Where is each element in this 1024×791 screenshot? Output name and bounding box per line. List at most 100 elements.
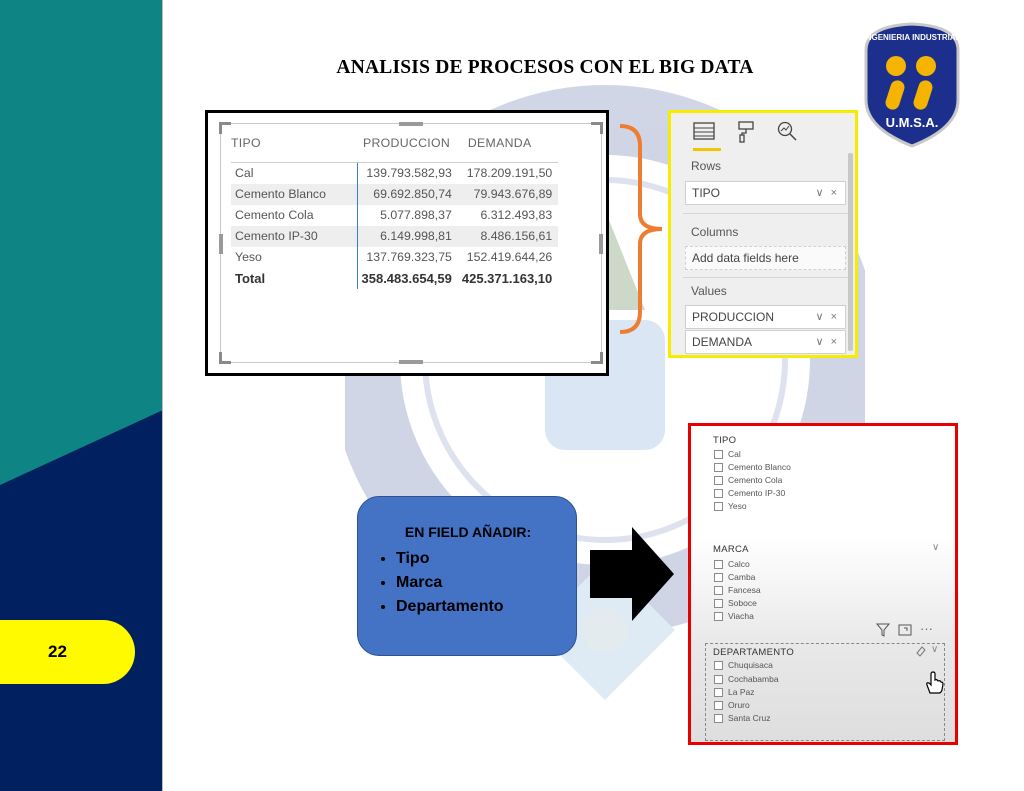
checkbox[interactable]: [714, 713, 723, 723]
matrix-table-visual[interactable]: TIPO PRODUCCION DEMANDA Cal 139.793.582,…: [205, 110, 609, 376]
callout-item: Departamento: [396, 595, 504, 619]
table-row: Cemento IP-30 6.149.998,81 8.486.156,61: [231, 226, 559, 247]
cell-tipo: Cal: [231, 163, 358, 184]
table-row: Yeso 137.769.323,75 152.419.644,26: [231, 247, 558, 268]
checkbox[interactable]: [714, 660, 723, 670]
slicer-item[interactable]: Cemento IP-30: [714, 488, 785, 498]
callout-title: EN FIELD AÑADIR:: [404, 524, 532, 540]
table-icon[interactable]: [693, 121, 715, 141]
checkbox[interactable]: [714, 501, 723, 511]
right-arrow-icon: [590, 527, 674, 621]
checkbox[interactable]: [714, 559, 723, 569]
field-remove-controls[interactable]: ∨ ×: [815, 310, 839, 323]
resize-handle-top[interactable]: [399, 122, 423, 126]
field-remove-controls[interactable]: ∨ ×: [815, 335, 839, 348]
eraser-icon[interactable]: [915, 645, 927, 657]
checkbox[interactable]: [714, 572, 723, 582]
column-header-demanda[interactable]: DEMANDA: [458, 136, 558, 162]
slicer-item[interactable]: Viacha: [714, 611, 754, 621]
values-label: Values: [691, 284, 727, 298]
slicer-item[interactable]: Calco: [714, 559, 750, 569]
checkbox[interactable]: [714, 475, 723, 485]
table-row: Cal 139.793.582,93 178.209.191,50: [231, 163, 558, 184]
rows-field-tipo: TIPO: [692, 186, 721, 200]
slicers-panel: TIPO Cal Cemento Blanco Cemento Cola Cem…: [688, 423, 958, 745]
cell-produccion: 139.793.582,93: [366, 166, 452, 180]
umsa-engineering-logo: INGENIERIA INDUSTRIAL U.M.S.A.: [863, 22, 961, 148]
orange-bracket: [619, 124, 663, 334]
slicer-item[interactable]: Yeso: [714, 501, 747, 511]
cell-tipo: Cemento Cola: [231, 205, 358, 226]
slicer-item[interactable]: Camba: [714, 572, 755, 582]
more-options-icon[interactable]: ···: [920, 622, 933, 637]
focus-mode-icon[interactable]: [898, 623, 912, 637]
checkbox[interactable]: [714, 674, 723, 684]
cell-produccion: 69.692.850,74: [357, 184, 458, 205]
checkbox[interactable]: [714, 687, 723, 697]
table-total-row: Total 358.483.654,59 425.371.163,10: [231, 268, 558, 289]
cell-demanda: 152.419.644,26: [466, 250, 553, 264]
slicer-title-tipo: TIPO: [713, 435, 737, 446]
checkbox[interactable]: [714, 611, 723, 621]
cell-total-produccion: 358.483.654,59: [361, 270, 452, 286]
callout-list: Tipo Marca Departamento: [376, 547, 504, 619]
filter-icon[interactable]: [876, 623, 890, 637]
checkbox[interactable]: [714, 462, 723, 472]
slicer-item[interactable]: Cemento Cola: [714, 475, 782, 485]
column-header-produccion[interactable]: PRODUCCION: [357, 136, 458, 162]
cell-produccion: 6.149.998,81: [357, 226, 458, 247]
checkbox[interactable]: [714, 449, 723, 459]
values-field-label: PRODUCCION: [692, 310, 775, 324]
checkbox[interactable]: [714, 598, 723, 608]
slicer-item[interactable]: Fancesa: [714, 585, 761, 595]
table-row: Cemento Cola 5.077.898,37 6.312.493,83: [231, 205, 558, 226]
logo-caption: U.M.S.A.: [886, 115, 939, 130]
columns-placeholder: Add data fields here: [692, 251, 799, 265]
cell-demanda: 79.943.676,89: [457, 184, 559, 205]
chevron-down-icon[interactable]: ∨: [931, 644, 938, 655]
values-field-demanda[interactable]: DEMANDA ∨ ×: [685, 330, 846, 354]
table-row: Cemento Blanco 69.692.850,74 79.943.676,…: [231, 184, 559, 205]
columns-field-well[interactable]: Add data fields here: [685, 246, 846, 270]
slicer-title-departamento: DEPARTAMENTO: [713, 647, 795, 658]
slicer-item[interactable]: Cemento Blanco: [714, 462, 791, 472]
values-field-produccion[interactable]: PRODUCCION ∨ ×: [685, 305, 846, 329]
slicer-item[interactable]: Santa Cruz: [714, 713, 771, 723]
cell-total-label: Total: [231, 268, 358, 289]
cell-demanda: 178.209.191,50: [466, 166, 553, 180]
columns-label: Columns: [691, 225, 739, 239]
chevron-down-icon[interactable]: ∨: [932, 542, 939, 553]
instruction-callout: EN FIELD AÑADIR: Tipo Marca Departamento: [357, 496, 577, 656]
paint-roller-icon[interactable]: [737, 121, 755, 143]
slicer-item[interactable]: Soboce: [714, 598, 757, 608]
checkbox[interactable]: [714, 700, 723, 710]
slicer-item[interactable]: Chuquisaca: [714, 660, 773, 670]
cell-tipo: Cemento IP-30: [231, 226, 358, 247]
page-number: 22: [0, 620, 135, 684]
checkbox[interactable]: [714, 585, 723, 595]
table-header-row: TIPO PRODUCCION DEMANDA: [231, 136, 558, 162]
callout-item: Marca: [396, 571, 504, 595]
slicer-title-marca: MARCA: [713, 544, 749, 555]
callout-item: Tipo: [396, 547, 504, 571]
cell-total-demanda: 425.371.163,10: [461, 270, 553, 286]
field-remove-controls[interactable]: ∨ ×: [815, 186, 839, 199]
checkbox[interactable]: [714, 488, 723, 498]
slicer-item[interactable]: Oruro: [714, 700, 750, 710]
resize-handle-left[interactable]: [219, 234, 223, 254]
column-header-tipo[interactable]: TIPO: [231, 136, 357, 162]
resize-handle-bottom[interactable]: [399, 360, 423, 364]
slicer-item[interactable]: Cochabamba: [714, 674, 779, 684]
data-table: TIPO PRODUCCION DEMANDA Cal 139.793.582,…: [231, 136, 559, 289]
slicer-item[interactable]: La Paz: [714, 687, 754, 697]
cell-tipo: Cemento Blanco: [231, 184, 358, 205]
table-visual-container[interactable]: TIPO PRODUCCION DEMANDA Cal 139.793.582,…: [219, 122, 603, 364]
resize-handle-right[interactable]: [599, 234, 603, 254]
cell-produccion: 5.077.898,37: [380, 208, 452, 222]
slicer-item[interactable]: Cal: [714, 449, 741, 459]
analytics-magnifier-icon[interactable]: [777, 121, 797, 141]
rows-field-well[interactable]: TIPO ∨ ×: [685, 181, 846, 205]
cell-tipo: Yeso: [231, 247, 358, 268]
fields-pane-scrollbar[interactable]: [848, 153, 853, 351]
visualization-fields-pane: Rows TIPO ∨ × Columns Add data fields he…: [668, 110, 858, 358]
